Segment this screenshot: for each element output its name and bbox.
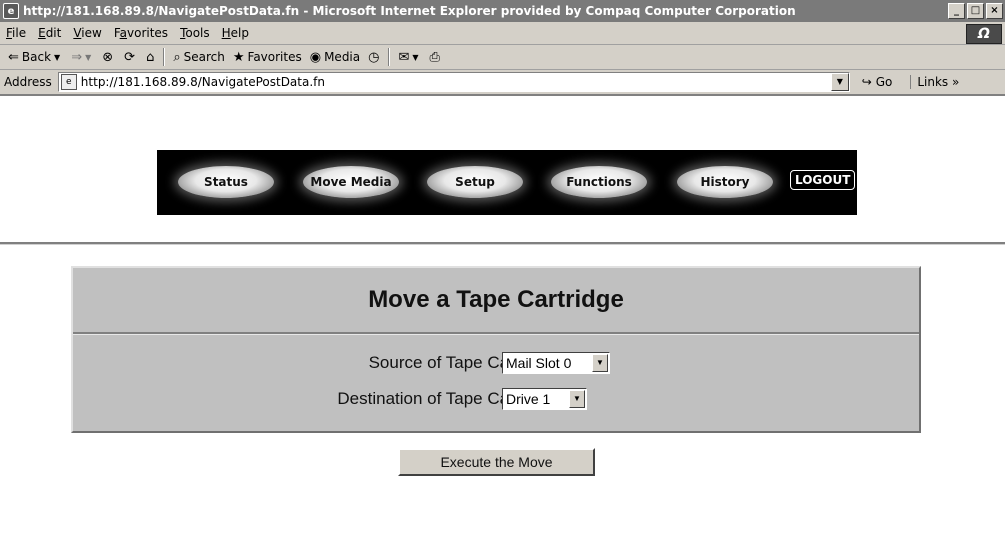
compaq-logo-icon: Ω: [966, 24, 1002, 44]
execute-move-button[interactable]: Execute the Move: [398, 448, 595, 476]
minimize-button[interactable]: _: [948, 3, 965, 19]
menu-help[interactable]: Help: [222, 26, 249, 40]
nav-move-media-button[interactable]: Move Media: [303, 166, 399, 198]
source-value: Mail Slot 0: [506, 355, 572, 371]
media-icon: ◉: [309, 49, 322, 65]
star-icon: ★: [232, 49, 245, 65]
menu-favorites[interactable]: Favorites: [114, 26, 168, 40]
back-button[interactable]: ⇐ Back ▼: [8, 50, 63, 65]
toolbar-separator: [163, 48, 166, 66]
ie-icon: e: [3, 3, 19, 19]
history-button[interactable]: ◷: [368, 50, 382, 65]
window-controls: _ □ ×: [948, 3, 1003, 19]
history-icon: ◷: [368, 49, 380, 65]
address-url[interactable]: http://181.168.89.8/NavigatePostData.fn: [81, 75, 325, 89]
source-row: Source of Tape Cartridge: Mail Slot 0 ▼: [73, 350, 919, 376]
chevron-down-icon[interactable]: ▼: [569, 390, 585, 408]
toolbar: ⇐ Back ▼ ⇒ ▼ ⊗ ⟳ ⌂ ⌕ Search ★ Favorites ◉ Medi…: [0, 45, 1005, 70]
nav-history-button[interactable]: History: [677, 166, 773, 198]
print-button[interactable]: ⎙: [430, 50, 443, 65]
page-title: Move a Tape Cartridge: [368, 286, 624, 313]
panel-body: Source of Tape Cartridge: Mail Slot 0 ▼ …: [73, 334, 919, 431]
mail-button[interactable]: ✉ ▼: [398, 50, 421, 65]
mail-icon: ✉: [398, 49, 410, 65]
destination-value: Drive 1: [506, 391, 551, 407]
title-bar: e http://181.168.89.8/NavigatePostData.f…: [0, 0, 1005, 22]
menu-file[interactable]: File: [6, 26, 26, 40]
destination-select[interactable]: Drive 1 ▼: [502, 388, 587, 410]
window-title: http://181.168.89.8/NavigatePostData.fn …: [23, 4, 796, 18]
address-label: Address: [4, 75, 52, 89]
menu-edit[interactable]: Edit: [38, 26, 61, 40]
forward-button[interactable]: ⇒ ▼: [71, 50, 94, 65]
page-icon: e: [60, 74, 77, 90]
home-icon: ⌂: [146, 49, 155, 65]
stop-icon: ⊗: [102, 49, 114, 65]
divider: [0, 242, 1005, 245]
search-button[interactable]: ⌕ Search: [173, 50, 225, 65]
chevron-down-icon: ▼: [412, 52, 419, 62]
nav-status-button[interactable]: Status: [178, 166, 274, 198]
address-input[interactable]: e http://181.168.89.8/NavigatePostData.f…: [57, 72, 850, 92]
menu-bar: File Edit View Favorites Tools Help: [0, 22, 1005, 45]
logout-button[interactable]: LOGOUT: [790, 170, 856, 190]
favorites-button[interactable]: ★ Favorites: [233, 50, 302, 65]
stop-button[interactable]: ⊗: [102, 50, 116, 65]
move-cartridge-panel: Move a Tape Cartridge Source of Tape Car…: [71, 266, 921, 433]
source-select[interactable]: Mail Slot 0 ▼: [502, 352, 610, 374]
nav-setup-button[interactable]: Setup: [427, 166, 523, 198]
menu-tools[interactable]: Tools: [180, 26, 210, 40]
refresh-button[interactable]: ⟳: [124, 50, 138, 65]
back-arrow-icon: ⇐: [8, 49, 19, 65]
search-icon: ⌕: [173, 49, 181, 65]
close-button[interactable]: ×: [986, 3, 1003, 19]
go-arrow-icon: ↪: [861, 75, 872, 89]
nav-strip: Status Move Media Setup Functions Histor…: [157, 150, 857, 215]
refresh-icon: ⟳: [124, 49, 136, 65]
media-button[interactable]: ◉ Media: [310, 50, 360, 65]
chevron-down-icon[interactable]: ▼: [592, 354, 608, 372]
forward-arrow-icon: ⇒: [71, 49, 83, 65]
panel-header: Move a Tape Cartridge: [73, 268, 919, 334]
address-bar: Address e http://181.168.89.8/NavigatePo…: [0, 70, 1005, 96]
destination-row: Destination of Tape Cartridge: Drive 1 ▼: [73, 386, 919, 412]
menu-view[interactable]: View: [73, 26, 101, 40]
nav-functions-button[interactable]: Functions: [551, 166, 647, 198]
maximize-button[interactable]: □: [967, 3, 984, 19]
chevron-down-icon: ▼: [54, 52, 61, 62]
go-button[interactable]: ↪ Go: [862, 75, 893, 89]
home-button[interactable]: ⌂: [146, 50, 157, 65]
chevron-down-icon: ▼: [85, 52, 92, 62]
address-dropdown-button[interactable]: ▼: [830, 73, 849, 91]
print-icon: ⎙: [429, 49, 440, 65]
links-button[interactable]: Links »: [910, 75, 959, 89]
toolbar-separator: [388, 48, 391, 66]
